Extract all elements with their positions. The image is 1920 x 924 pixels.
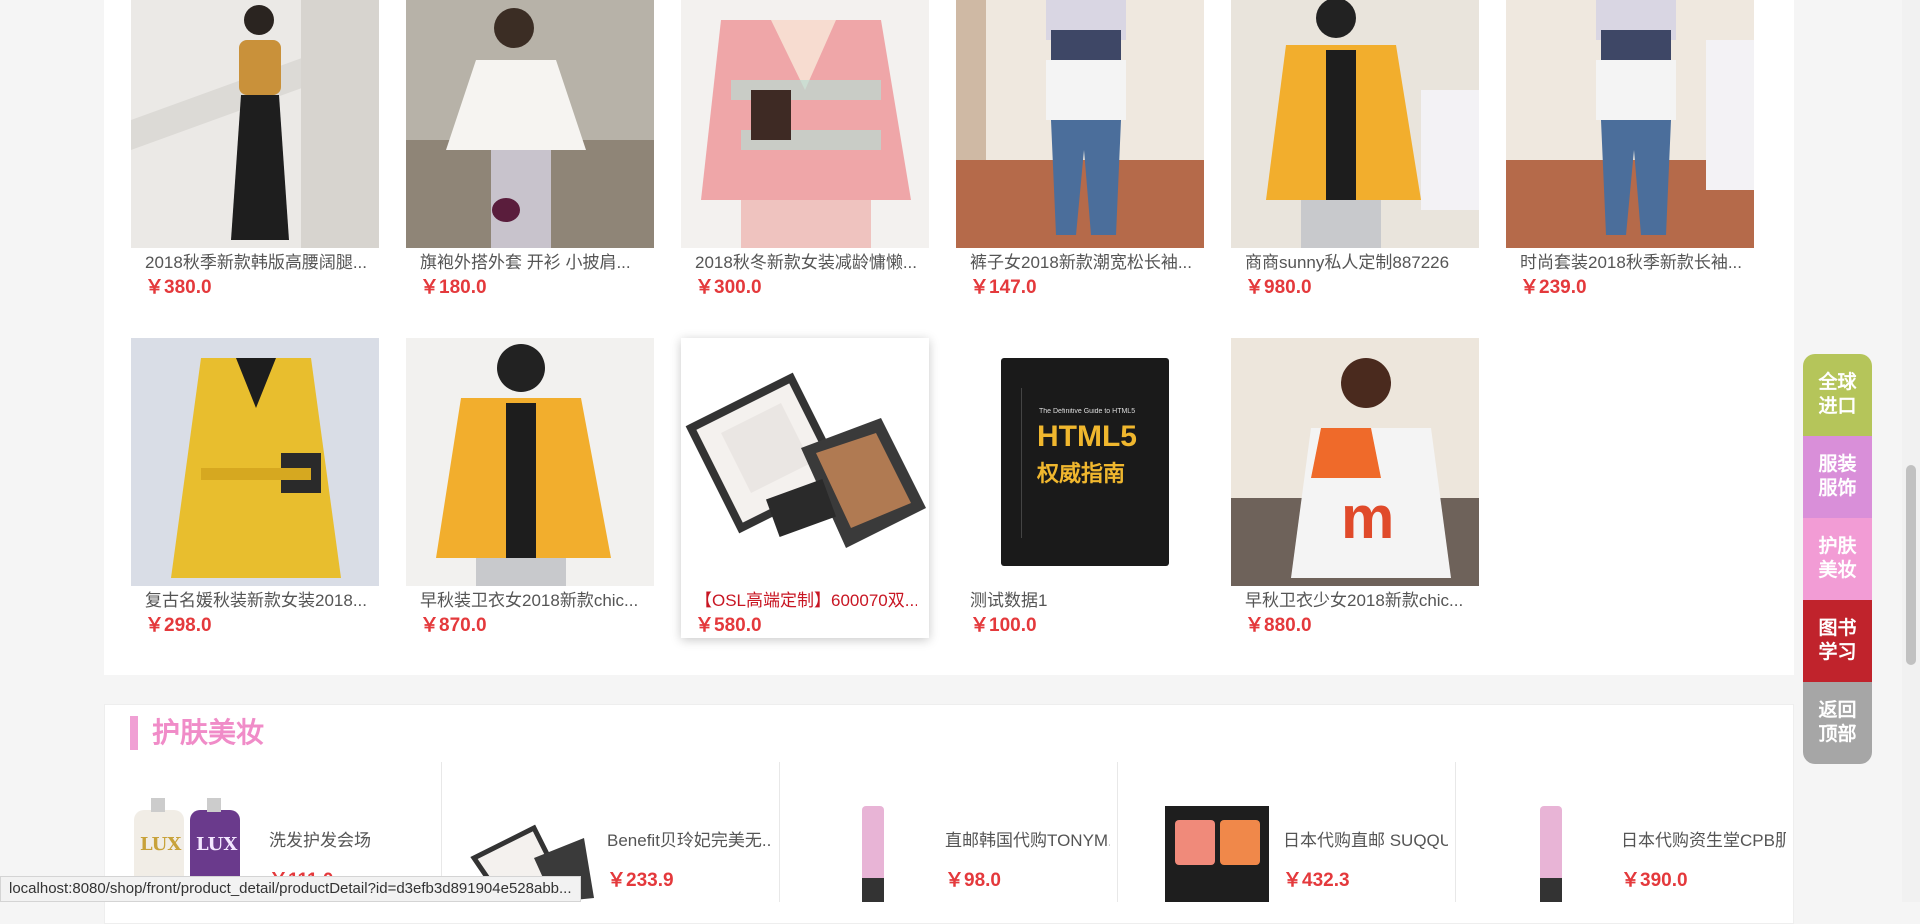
book-top-text: The Definitive Guide to HTML5 <box>1039 408 1136 415</box>
product-card[interactable]: 2018秋季新款韩版高腰阔腿... ￥380.0 <box>131 0 379 300</box>
product-card[interactable]: 时尚套装2018秋季新款长袖... ￥239.0 <box>1506 0 1754 300</box>
product-name[interactable]: 商商sunny私人定制887226 <box>1245 252 1467 274</box>
product-name[interactable]: 日本代购资生堂CPB肌... <box>1621 826 1786 851</box>
product-card[interactable]: 旗袍外搭外套 开衫 小披肩... ￥180.0 <box>406 0 654 300</box>
nav-clothing[interactable]: 服装服饰 <box>1803 436 1872 518</box>
product-name[interactable]: 时尚套装2018秋季新款长袖... <box>1520 252 1742 274</box>
svg-text:m: m <box>1341 484 1394 551</box>
product-name[interactable]: 裤子女2018新款潮宽松长袖... <box>970 252 1192 274</box>
section-title: 护肤美妆 <box>130 716 264 750</box>
product-image[interactable] <box>1140 798 1270 902</box>
nav-global-import[interactable]: 全球进口 <box>1803 354 1872 436</box>
product-price: ￥98.0 <box>945 870 1001 891</box>
product-price: ￥880.0 <box>1245 615 1312 636</box>
product-image[interactable]: The Definitive Guide to HTML5 HTML5 权威指南 <box>956 338 1204 586</box>
product-name[interactable]: 早秋卫衣少女2018新款chic... <box>1245 590 1467 612</box>
product-name[interactable]: 早秋装卫衣女2018新款chic... <box>420 590 642 612</box>
product-image[interactable] <box>681 0 929 248</box>
product-price: ￥100.0 <box>970 615 1037 636</box>
product-card[interactable]: 早秋装卫衣女2018新款chic... ￥870.0 <box>406 338 654 638</box>
product-name[interactable]: 2018秋冬新款女装减龄慵懒... <box>695 252 917 274</box>
product-card[interactable]: 2018秋冬新款女装减龄慵懒... ￥300.0 <box>681 0 929 300</box>
product-card[interactable]: 复古名媛秋装新款女装2018... ￥298.0 <box>131 338 379 638</box>
product-card[interactable]: 裤子女2018新款潮宽松长袖... ￥147.0 <box>956 0 1204 300</box>
nav-label: 图书学习 <box>1818 618 1857 663</box>
product-name[interactable]: 2018秋季新款韩版高腰阔腿... <box>145 252 367 274</box>
scrollbar-thumb[interactable] <box>1906 465 1916 665</box>
nav-label: 全球进口 <box>1818 372 1857 417</box>
status-bar-url: localhost:8080/shop/front/product_detail… <box>0 876 581 902</box>
product-price: ￥432.3 <box>1283 870 1350 891</box>
lux-logo-text: LUX <box>140 834 181 855</box>
beauty-product-item[interactable]: 日本代购资生堂CPB肌... ￥390.0 <box>1456 762 1794 902</box>
vertical-scrollbar[interactable] <box>1902 0 1920 902</box>
floating-category-nav: 全球进口 服装服饰 护肤美妆 图书学习 返回顶部 <box>1803 354 1872 764</box>
product-card[interactable]: 商商sunny私人定制887226 ￥980.0 <box>1231 0 1479 300</box>
beauty-product-item[interactable]: 直邮韩国代购TONYM... ￥98.0 <box>780 762 1118 902</box>
nav-label: 服装服饰 <box>1818 454 1857 499</box>
product-price: ￥300.0 <box>695 277 762 298</box>
book-title: HTML5 <box>1037 420 1137 453</box>
product-name[interactable]: 日本代购直邮 SUQQU... <box>1283 826 1448 851</box>
product-image[interactable] <box>681 338 929 586</box>
product-image[interactable]: m <box>1231 338 1479 586</box>
product-name[interactable]: Benefit贝玲妃完美无... <box>607 826 772 851</box>
beauty-product-item[interactable]: 日本代购直邮 SUQQU... ￥432.3 <box>1118 762 1456 902</box>
product-price: ￥147.0 <box>970 277 1037 298</box>
product-price: ￥580.0 <box>695 615 762 636</box>
product-image[interactable] <box>802 798 932 902</box>
product-price: ￥233.9 <box>607 870 674 891</box>
product-image[interactable] <box>131 338 379 586</box>
product-image[interactable] <box>1506 0 1754 248</box>
nav-books[interactable]: 图书学习 <box>1803 600 1872 682</box>
product-name[interactable]: 旗袍外搭外套 开衫 小披肩... <box>420 252 642 274</box>
back-to-top-button[interactable]: 返回顶部 <box>1803 682 1872 764</box>
nav-label: 返回顶部 <box>1818 700 1857 745</box>
product-name[interactable]: 直邮韩国代购TONYM... <box>945 826 1110 851</box>
product-price: ￥390.0 <box>1621 870 1688 891</box>
product-image[interactable] <box>406 0 654 248</box>
product-card[interactable]: 【OSL高端定制】600070双... ￥580.0 <box>681 338 929 638</box>
product-image[interactable] <box>1478 798 1608 902</box>
product-name[interactable]: 复古名媛秋装新款女装2018... <box>145 590 367 612</box>
nav-label: 护肤美妆 <box>1818 536 1857 581</box>
product-image[interactable] <box>1231 0 1479 248</box>
product-price: ￥380.0 <box>145 277 212 298</box>
nav-beauty[interactable]: 护肤美妆 <box>1803 518 1872 600</box>
product-image[interactable] <box>406 338 654 586</box>
product-name[interactable]: 测试数据1 <box>970 590 1192 612</box>
product-card[interactable]: m 早秋卫衣少女2018新款chic... ￥880.0 <box>1231 338 1479 638</box>
product-card[interactable]: The Definitive Guide to HTML5 HTML5 权威指南… <box>956 338 1204 638</box>
lux-logo-text: LUX <box>196 834 237 855</box>
product-image[interactable] <box>131 0 379 248</box>
product-name[interactable]: 洗发护发会场 <box>269 826 434 851</box>
product-name[interactable]: 【OSL高端定制】600070双... <box>695 590 917 612</box>
product-price: ￥870.0 <box>420 615 487 636</box>
product-price: ￥239.0 <box>1520 277 1587 298</box>
product-price: ￥298.0 <box>145 615 212 636</box>
product-price: ￥980.0 <box>1245 277 1312 298</box>
book-subtitle: 权威指南 <box>1037 461 1126 486</box>
product-image[interactable] <box>956 0 1204 248</box>
book-spine <box>1007 388 1022 538</box>
product-price: ￥180.0 <box>420 277 487 298</box>
book-cover: The Definitive Guide to HTML5 HTML5 权威指南 <box>1001 358 1169 566</box>
